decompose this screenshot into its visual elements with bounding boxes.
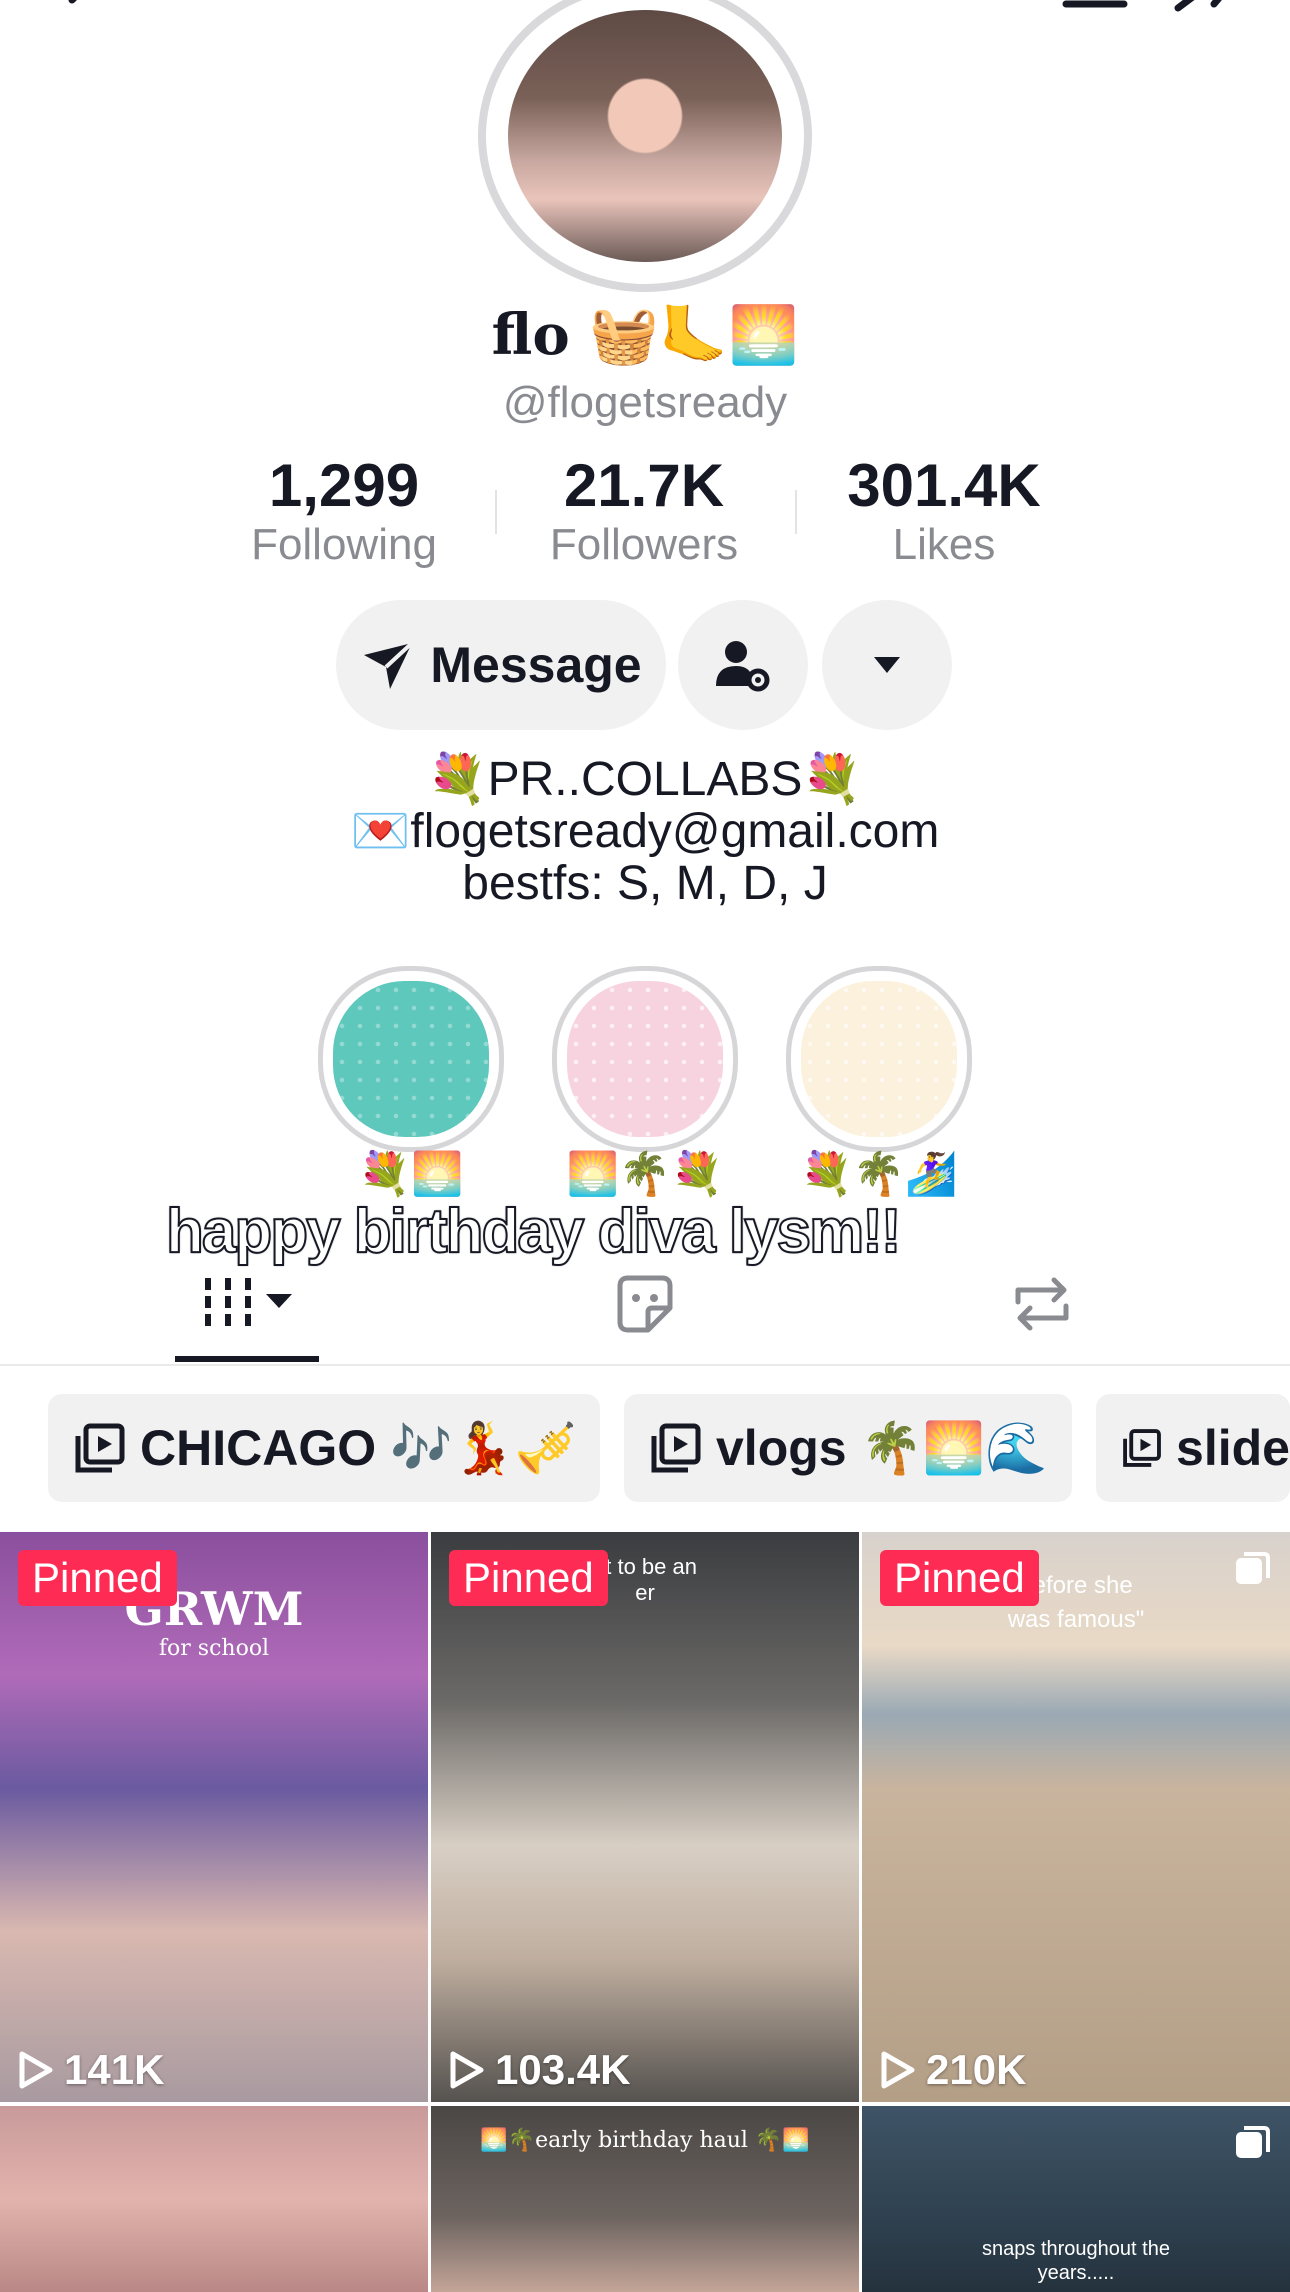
view-count-value: 141K — [64, 2046, 165, 2093]
following-label: Following — [251, 520, 437, 569]
video-overlay-title: 🌅🌴early birthday haul 🌴🌅 — [480, 2128, 810, 2153]
repost-tab-icon[interactable] — [1008, 1272, 1076, 1336]
view-count-value: 210K — [926, 2046, 1027, 2093]
likes-count: 301.4K — [847, 452, 1041, 519]
video-thumbnail[interactable]: snaps throughout the years..... — [862, 2106, 1290, 2292]
playlist-label: slide — [1176, 1420, 1290, 1476]
view-count: 210K — [878, 2046, 1026, 2094]
videos-grid-tab-icon[interactable] — [200, 1272, 300, 1336]
highlight-circle[interactable] — [318, 966, 504, 1152]
video-overlay-title: snaps throughout the — [982, 2238, 1170, 2260]
send-icon — [364, 641, 414, 689]
play-icon — [881, 2051, 915, 2089]
playlist-chip[interactable]: CHICAGO 🎶💃🎺 — [48, 1394, 600, 1502]
sticker-tab-icon[interactable] — [612, 1272, 678, 1336]
playlist-chip[interactable]: slide — [1096, 1394, 1290, 1502]
highlight-circle[interactable] — [552, 966, 738, 1152]
video-overlay-subtitle: years..... — [1037, 2262, 1115, 2284]
followers-count: 21.7K — [563, 452, 725, 519]
stat-likes[interactable]: 301.4K Likes — [814, 456, 1074, 570]
caption-overlay: happy birthday diva lysm!! — [165, 1196, 903, 1267]
followers-label: Followers — [549, 520, 739, 569]
playlist-icon — [651, 1423, 701, 1473]
playlist-icon — [75, 1423, 125, 1473]
view-count-value: 103.4K — [495, 2046, 631, 2093]
play-icon — [450, 2051, 484, 2089]
video-thumbnail[interactable]: nt to be an er Pinned 103.4K — [431, 1532, 859, 2102]
stat-divider — [795, 490, 797, 534]
avatar[interactable] — [478, 0, 812, 292]
more-dropdown-button[interactable] — [822, 600, 952, 730]
friend-settings-button[interactable] — [678, 600, 808, 730]
video-thumbnail[interactable]: before she was famous" Pinned 210K — [862, 1532, 1290, 2102]
bio-email[interactable]: 💌flogetsready@gmail.com — [0, 806, 1290, 858]
play-icon — [19, 2051, 53, 2089]
highlight-label: 💐🌴🏄‍♀️ — [800, 1150, 958, 1197]
video-overlay-subtitle: was famous" — [1007, 1606, 1145, 1633]
video-thumbnail[interactable]: 🌅🌴early birthday haul 🌴🌅 — [431, 2106, 859, 2292]
avatar-photo — [508, 10, 782, 262]
caret-down-icon — [874, 657, 900, 673]
playlist-icon — [1123, 1429, 1161, 1467]
multi-photo-icon — [1236, 2126, 1270, 2158]
pinned-badge: Pinned — [449, 1550, 608, 1606]
user-gear-icon — [716, 641, 770, 692]
likes-label: Likes — [892, 520, 996, 569]
bio-line: bestfs: S, M, D, J — [462, 857, 828, 910]
stat-divider — [495, 490, 497, 534]
bell-icon[interactable] — [1060, 0, 1130, 30]
highlight-circle[interactable] — [786, 966, 972, 1152]
stat-following[interactable]: 1,299 Following — [214, 456, 474, 570]
bio-line: 💐PR..COLLABS💐 — [427, 753, 863, 806]
view-count: 141K — [16, 2046, 164, 2094]
highlight-label: 💐🌅 — [358, 1150, 464, 1197]
following-count: 1,299 — [268, 452, 420, 519]
video-thumbnail[interactable]: GRWM for school Pinned 141K — [0, 1532, 428, 2102]
playlist-chip[interactable]: vlogs 🌴🌅🌊 — [624, 1394, 1072, 1502]
display-name: flo 🧺🦶🌅 — [491, 302, 799, 368]
stat-followers[interactable]: 21.7K Followers — [514, 456, 774, 570]
playlist-label: CHICAGO 🎶💃🎺 — [140, 1419, 577, 1476]
multi-photo-icon — [1236, 1552, 1270, 1584]
pinned-badge: Pinned — [880, 1550, 1039, 1606]
view-count: 103.4K — [447, 2046, 630, 2094]
back-icon[interactable] — [50, 0, 120, 30]
username-handle: @flogetsready — [502, 378, 788, 427]
highlight-label: 🌅🌴💐 — [566, 1150, 724, 1197]
video-overlay-subtitle: for school — [158, 1636, 270, 1661]
active-tab-indicator — [175, 1356, 319, 1362]
message-label: Message — [430, 637, 642, 693]
video-thumbnail[interactable] — [0, 2106, 428, 2292]
playlist-label: vlogs 🌴🌅🌊 — [716, 1419, 1048, 1476]
message-button[interactable]: Message — [336, 600, 666, 730]
tabs-divider — [0, 1364, 1290, 1366]
pinned-badge: Pinned — [18, 1550, 177, 1606]
share-icon[interactable] — [1170, 0, 1240, 30]
